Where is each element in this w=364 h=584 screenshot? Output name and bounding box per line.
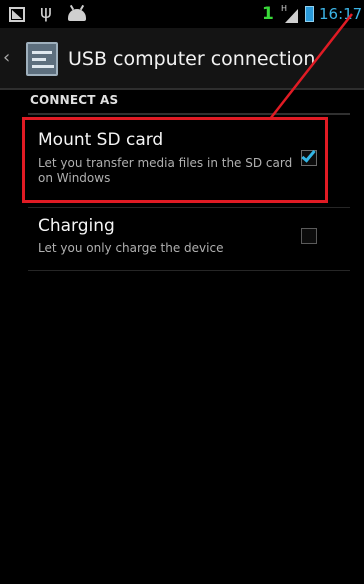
annotation-pointer xyxy=(269,13,353,120)
annotation-line xyxy=(269,13,353,120)
